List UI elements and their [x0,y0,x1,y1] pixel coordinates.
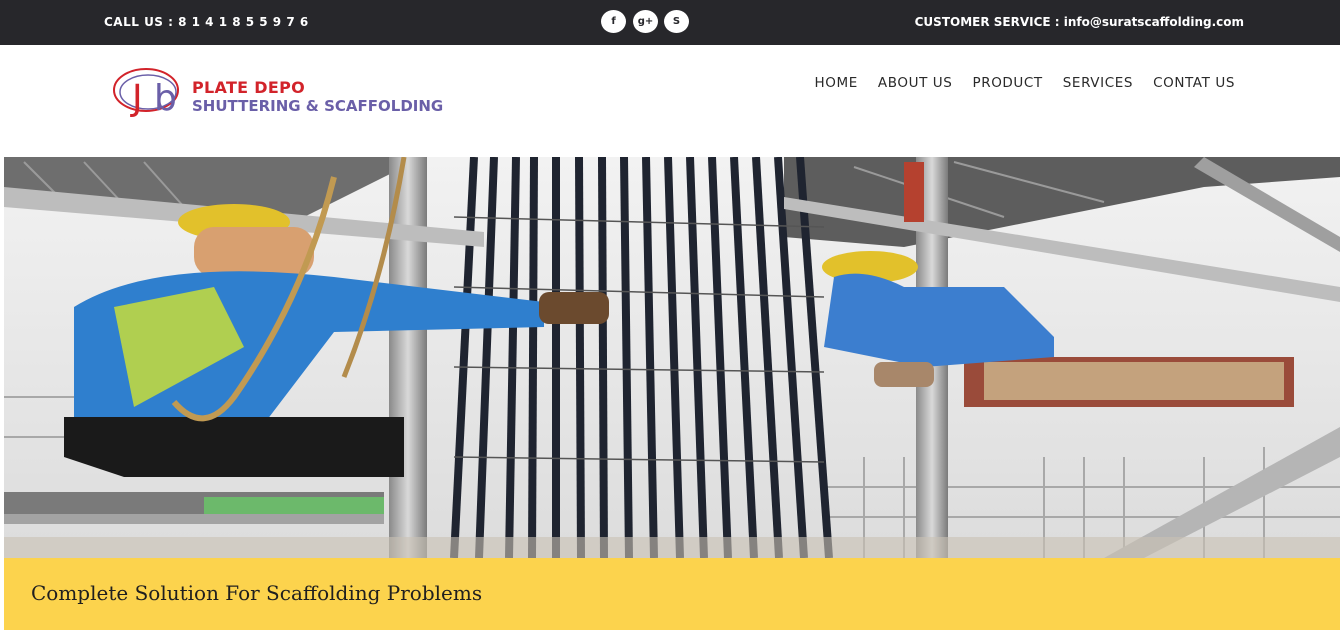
logo-line-1: PLATE DEPO [192,78,306,97]
facebook-icon[interactable]: f [601,10,626,33]
logo-monogram-icon: J b [113,68,179,119]
google-plus-icon[interactable]: g+ [633,10,658,33]
svg-text:J: J [130,78,143,119]
main-nav: HOME ABOUT US PRODUCT SERVICES CONTAT US [795,75,1235,91]
nav-product[interactable]: PRODUCT [972,75,1042,91]
site-logo[interactable]: J b PLATE DEPO SHUTTERING & SCAFFOLDING [112,64,457,120]
hero-caption-bar: Complete Solution For Scaffolding Proble… [4,558,1340,630]
nav-services[interactable]: SERVICES [1063,75,1133,91]
logo-line-2: SHUTTERING & SCAFFOLDING [192,97,444,115]
nav-home[interactable]: HOME [815,75,858,91]
nav-contact-us[interactable]: CONTAT US [1153,75,1235,91]
scaffolding-workers-photo [4,157,1340,558]
call-us-text: CALL US : 8 1 4 1 8 5 5 9 7 6 [104,15,309,29]
svg-text:b: b [154,78,177,119]
nav-about-us[interactable]: ABOUT US [878,75,953,91]
skype-icon[interactable]: S [664,10,689,33]
customer-service-text: CUSTOMER SERVICE : info@suratscaffolding… [914,15,1244,29]
hero-caption: Complete Solution For Scaffolding Proble… [31,581,483,605]
top-bar: CALL US : 8 1 4 1 8 5 5 9 7 6 f g+ S CUS… [0,0,1340,45]
hero-image [4,157,1340,558]
